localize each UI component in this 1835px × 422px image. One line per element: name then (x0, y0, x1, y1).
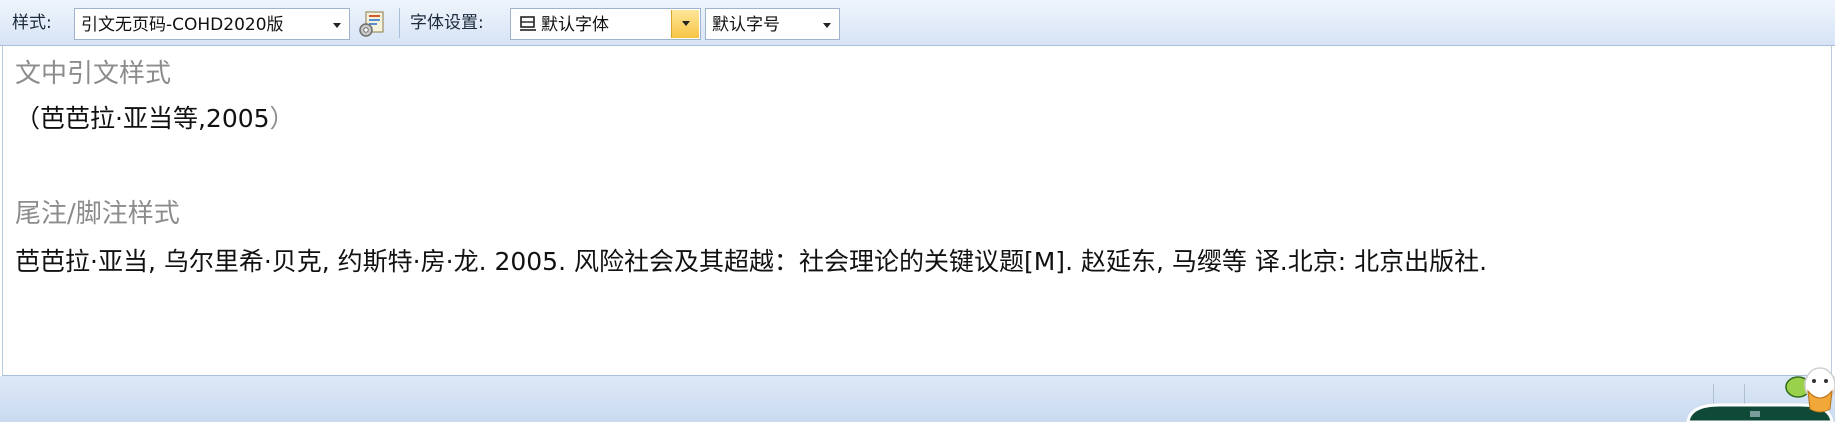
style-label: 样式: (12, 13, 52, 33)
font-icon (520, 16, 536, 31)
style-toolbar: 样式: 引文无页码-COHD2020版 字体设置: 默认字体 默认字号 (0, 0, 1835, 46)
chevron-down-icon[interactable] (333, 23, 341, 28)
close-paren: ） (269, 104, 295, 133)
style-dropdown[interactable]: 引文无页码-COHD2020版 (74, 8, 350, 40)
font-size-dropdown[interactable]: 默认字号 (705, 8, 840, 40)
bottom-bar (0, 376, 1835, 422)
font-family-value: 默认字体 (541, 15, 609, 35)
citation-preview-panel: 文中引文样式 （芭芭拉·亚当等,2005） 尾注/脚注样式 芭芭拉·亚当, 乌尔… (2, 46, 1832, 376)
footnote-style-title: 尾注/脚注样式 (15, 199, 180, 229)
font-family-dropdown[interactable]: 默认字体 (510, 8, 701, 40)
font-settings-label: 字体设置: (410, 13, 484, 33)
font-family-dropdown-button[interactable] (671, 10, 699, 38)
toolbar-separator (399, 8, 400, 38)
font-size-value: 默认字号 (712, 15, 780, 35)
chevron-down-icon (682, 21, 690, 26)
footnote-reference: 芭芭拉·亚当, 乌尔里希·贝克, 约斯特·房·龙. 2005. 风险社会及其超越… (15, 247, 1488, 276)
in-text-citation: （芭芭拉·亚当等,2005） (15, 104, 295, 134)
in-text-citation-title: 文中引文样式 (15, 59, 172, 89)
style-dropdown-value: 引文无页码-COHD2020版 (81, 15, 284, 35)
style-settings-button[interactable] (357, 9, 387, 39)
settings-icon (359, 11, 384, 37)
citation-text: 芭芭拉·亚当等,2005 (40, 104, 270, 133)
chevron-down-icon[interactable] (823, 23, 831, 28)
mascot-icon[interactable] (1680, 365, 1835, 422)
open-paren: （ (15, 104, 41, 133)
